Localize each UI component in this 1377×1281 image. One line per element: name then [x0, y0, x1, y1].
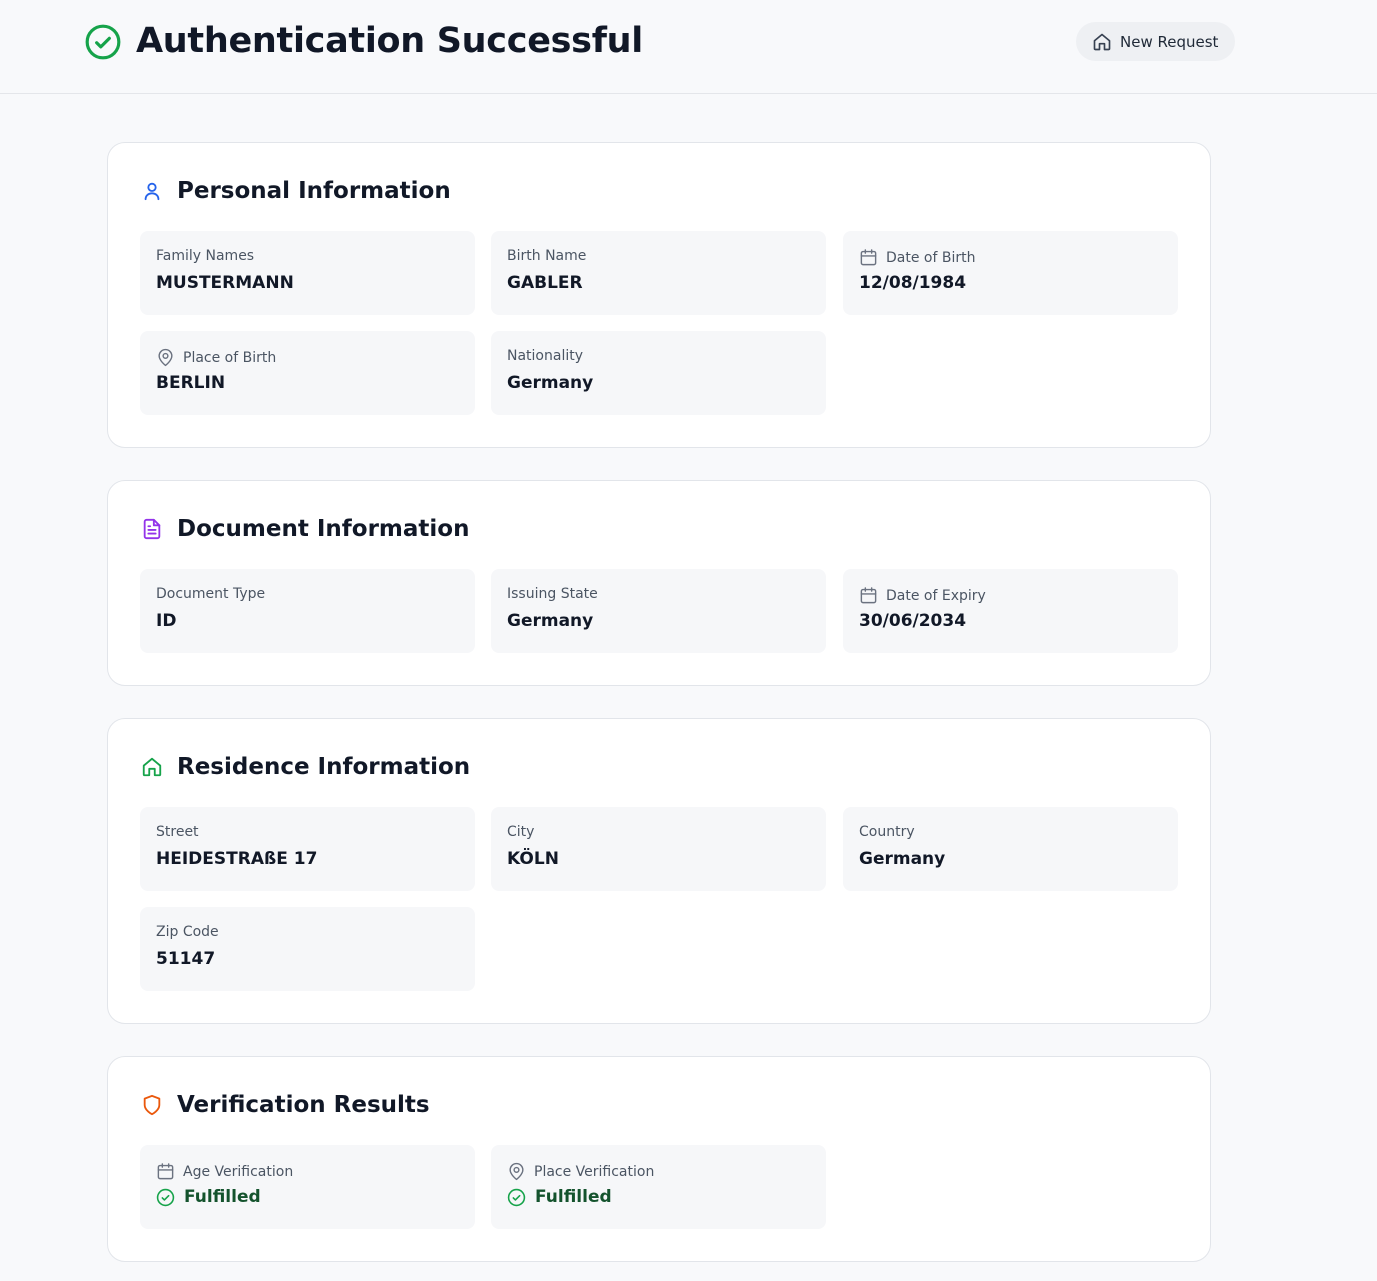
check-circle-icon: [156, 1188, 175, 1206]
page-header: Authentication Successful New Request: [0, 0, 1377, 94]
calendar-icon: [157, 1163, 174, 1180]
field-label: Document Type: [156, 586, 266, 602]
card-header: Document Information: [141, 514, 469, 544]
user-icon: [144, 182, 160, 201]
verification-results-card: Verification Results Age Verification Fu…: [107, 1056, 1211, 1262]
birth-name-field: Birth Name GABLER: [491, 231, 826, 315]
file-text-icon: [143, 518, 161, 540]
issuing-state-field: Issuing State Germany: [491, 569, 826, 653]
date-of-expiry-field: Date of Expiry 30/06/2034: [843, 569, 1178, 653]
card-header: Personal Information: [141, 176, 451, 206]
date-of-birth-field: Date of Birth 12/08/1984: [843, 231, 1178, 315]
field-label: Country: [859, 824, 915, 840]
field-label: Family Names: [156, 248, 255, 264]
card-title: Document Information: [177, 516, 470, 542]
field-value: 30/06/2034: [859, 611, 967, 631]
place-of-birth-field: Place of Birth BERLIN: [140, 331, 475, 415]
field-value: KÖLN: [507, 849, 559, 869]
field-value: ID: [156, 611, 177, 631]
calendar-icon: [860, 587, 877, 604]
field-value: Germany: [507, 611, 594, 631]
field-label: Zip Code: [156, 924, 219, 940]
map-pin-icon: [158, 348, 173, 367]
new-request-label: New Request: [1120, 32, 1219, 51]
field-value: 12/08/1984: [859, 273, 967, 293]
city-field: City KÖLN: [491, 807, 826, 891]
age-verification-field: Age Verification Fulfilled: [140, 1145, 475, 1229]
new-request-button[interactable]: New Request: [1076, 22, 1235, 61]
status-value: Fulfilled: [535, 1187, 612, 1207]
map-pin-icon: [509, 1162, 524, 1181]
field-label: Date of Birth: [886, 249, 976, 266]
shield-icon: [143, 1094, 161, 1116]
family-names-field: Family Names MUSTERMANN: [140, 231, 475, 315]
field-label: Age Verification: [183, 1163, 294, 1180]
field-value: Germany: [859, 849, 946, 869]
field-value: 51147: [156, 949, 216, 969]
check-circle-icon: [85, 24, 121, 60]
card-title: Residence Information: [177, 754, 471, 780]
field-label: Nationality: [507, 348, 584, 364]
card-title: Verification Results: [177, 1092, 430, 1118]
personal-information-card: Personal Information Family Names MUSTER…: [107, 142, 1211, 448]
place-verification-field: Place Verification Fulfilled: [491, 1145, 826, 1229]
field-label: Date of Expiry: [886, 587, 986, 604]
home-icon: [142, 757, 162, 777]
field-label: Issuing State: [507, 586, 598, 602]
status-value: Fulfilled: [184, 1187, 261, 1207]
field-value: GABLER: [507, 273, 583, 293]
field-label: Place of Birth: [183, 349, 277, 366]
field-label: City: [507, 824, 535, 840]
field-value: HEIDESTRAßE 17: [156, 849, 318, 869]
field-value: BERLIN: [156, 373, 226, 393]
street-field: Street HEIDESTRAßE 17: [140, 807, 475, 891]
card-title: Personal Information: [177, 178, 451, 204]
country-field: Country Germany: [843, 807, 1178, 891]
field-value: MUSTERMANN: [156, 273, 294, 293]
card-header: Residence Information: [141, 752, 470, 782]
calendar-icon: [860, 249, 877, 266]
residence-information-card: Residence Information Street HEIDESTRAßE…: [107, 718, 1211, 1024]
nationality-field: Nationality Germany: [491, 331, 826, 415]
field-label: Birth Name: [507, 248, 587, 264]
check-circle-icon: [507, 1188, 526, 1206]
card-header: Verification Results: [141, 1090, 430, 1120]
page-title: Authentication Successful: [136, 21, 643, 61]
document-information-card: Document Information Document Type ID Is…: [107, 480, 1211, 686]
field-value: Germany: [507, 373, 594, 393]
zip-code-field: Zip Code 51147: [140, 907, 475, 991]
field-label: Place Verification: [534, 1163, 655, 1180]
home-icon: [1093, 33, 1111, 50]
field-label: Street: [156, 824, 199, 840]
document-type-field: Document Type ID: [140, 569, 475, 653]
